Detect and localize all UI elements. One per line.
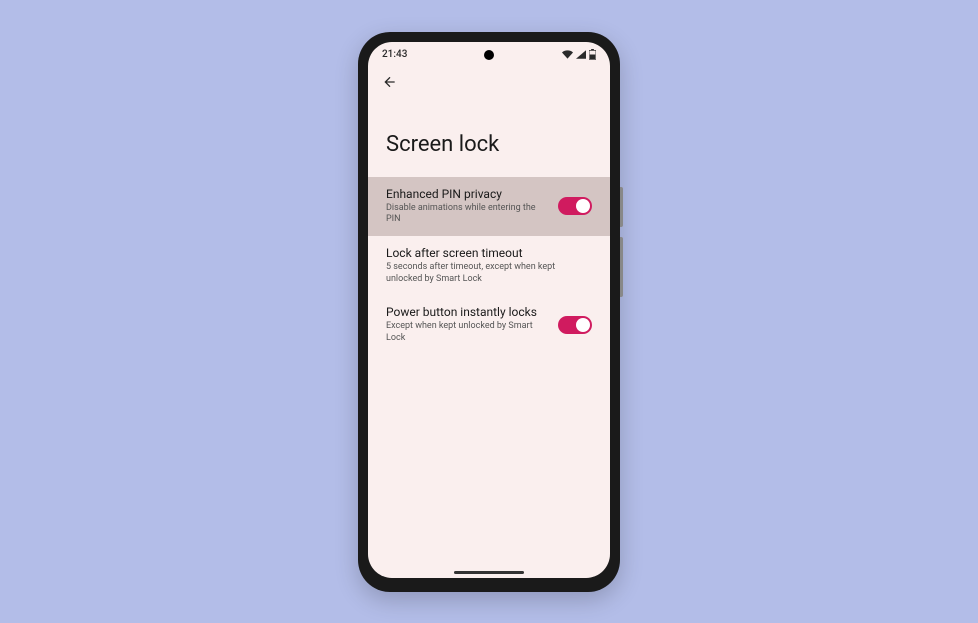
phone-frame: 21:43 Screen lock [358,32,620,592]
setting-enhanced-pin-privacy[interactable]: Enhanced PIN privacy Disable animations … [368,177,610,236]
wifi-icon [562,50,573,59]
setting-subtitle: 5 seconds after timeout, except when kep… [386,262,582,285]
setting-subtitle: Except when kept unlocked by Smart Lock [386,321,548,344]
setting-title: Lock after screen timeout [386,246,582,260]
setting-lock-after-timeout[interactable]: Lock after screen timeout 5 seconds afte… [368,236,610,295]
setting-text: Enhanced PIN privacy Disable animations … [386,187,558,226]
back-arrow-icon [382,74,398,90]
setting-title: Enhanced PIN privacy [386,187,548,201]
phone-side-button-2 [620,237,623,297]
settings-list: Enhanced PIN privacy Disable animations … [368,177,610,355]
toggle-power-button-locks[interactable] [558,316,592,334]
navigation-handle[interactable] [454,571,524,574]
setting-text: Power button instantly locks Except when… [386,305,558,344]
back-button[interactable] [368,66,610,102]
setting-subtitle: Disable animations while entering the PI… [386,203,548,226]
signal-icon [576,50,586,59]
phone-screen: 21:43 Screen lock [368,42,610,578]
page-title: Screen lock [368,102,610,177]
setting-power-button-locks[interactable]: Power button instantly locks Except when… [368,295,610,354]
setting-title: Power button instantly locks [386,305,548,319]
status-time: 21:43 [382,49,407,60]
status-icons [562,49,596,60]
battery-icon [589,49,596,60]
toggle-thumb [576,199,590,213]
front-camera [484,50,494,60]
setting-text: Lock after screen timeout 5 seconds afte… [386,246,592,285]
phone-side-button [620,187,623,227]
toggle-thumb [576,318,590,332]
toggle-enhanced-pin-privacy[interactable] [558,197,592,215]
